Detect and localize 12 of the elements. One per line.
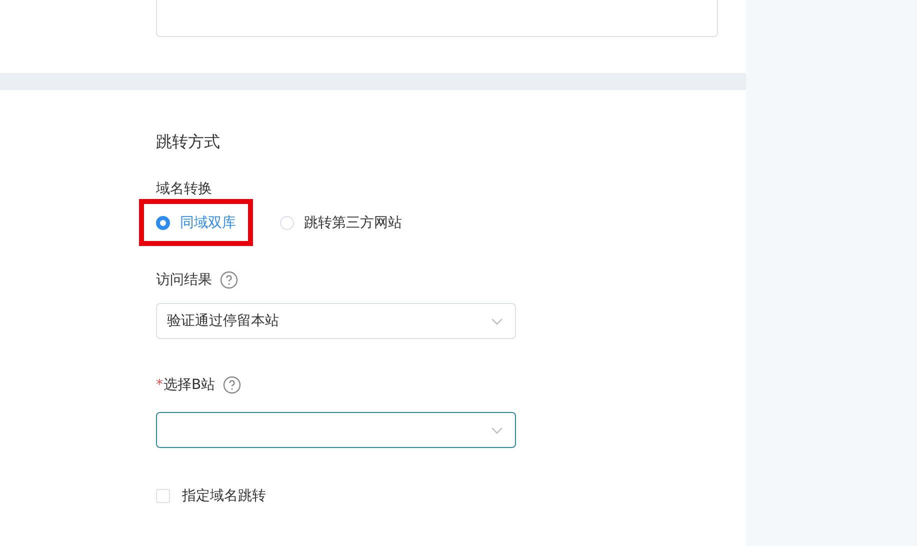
field-label: 访问结果 xyxy=(156,271,212,289)
chevron-down-icon xyxy=(491,318,503,324)
select-field[interactable] xyxy=(156,412,516,448)
field-label: *选择B站 xyxy=(156,376,216,394)
select-field[interactable]: 验证通过停留本站 xyxy=(156,303,516,339)
help-icon[interactable] xyxy=(220,271,238,289)
radio-option[interactable]: 跳转第三方网站 xyxy=(263,199,419,246)
help-icon[interactable] xyxy=(223,376,242,394)
chevron-down-icon xyxy=(491,426,503,434)
checkbox[interactable]: 指定域名跳转 xyxy=(156,486,746,506)
section-title: 跳转方式 xyxy=(156,131,221,153)
field-label: 域名转换 xyxy=(156,180,212,198)
